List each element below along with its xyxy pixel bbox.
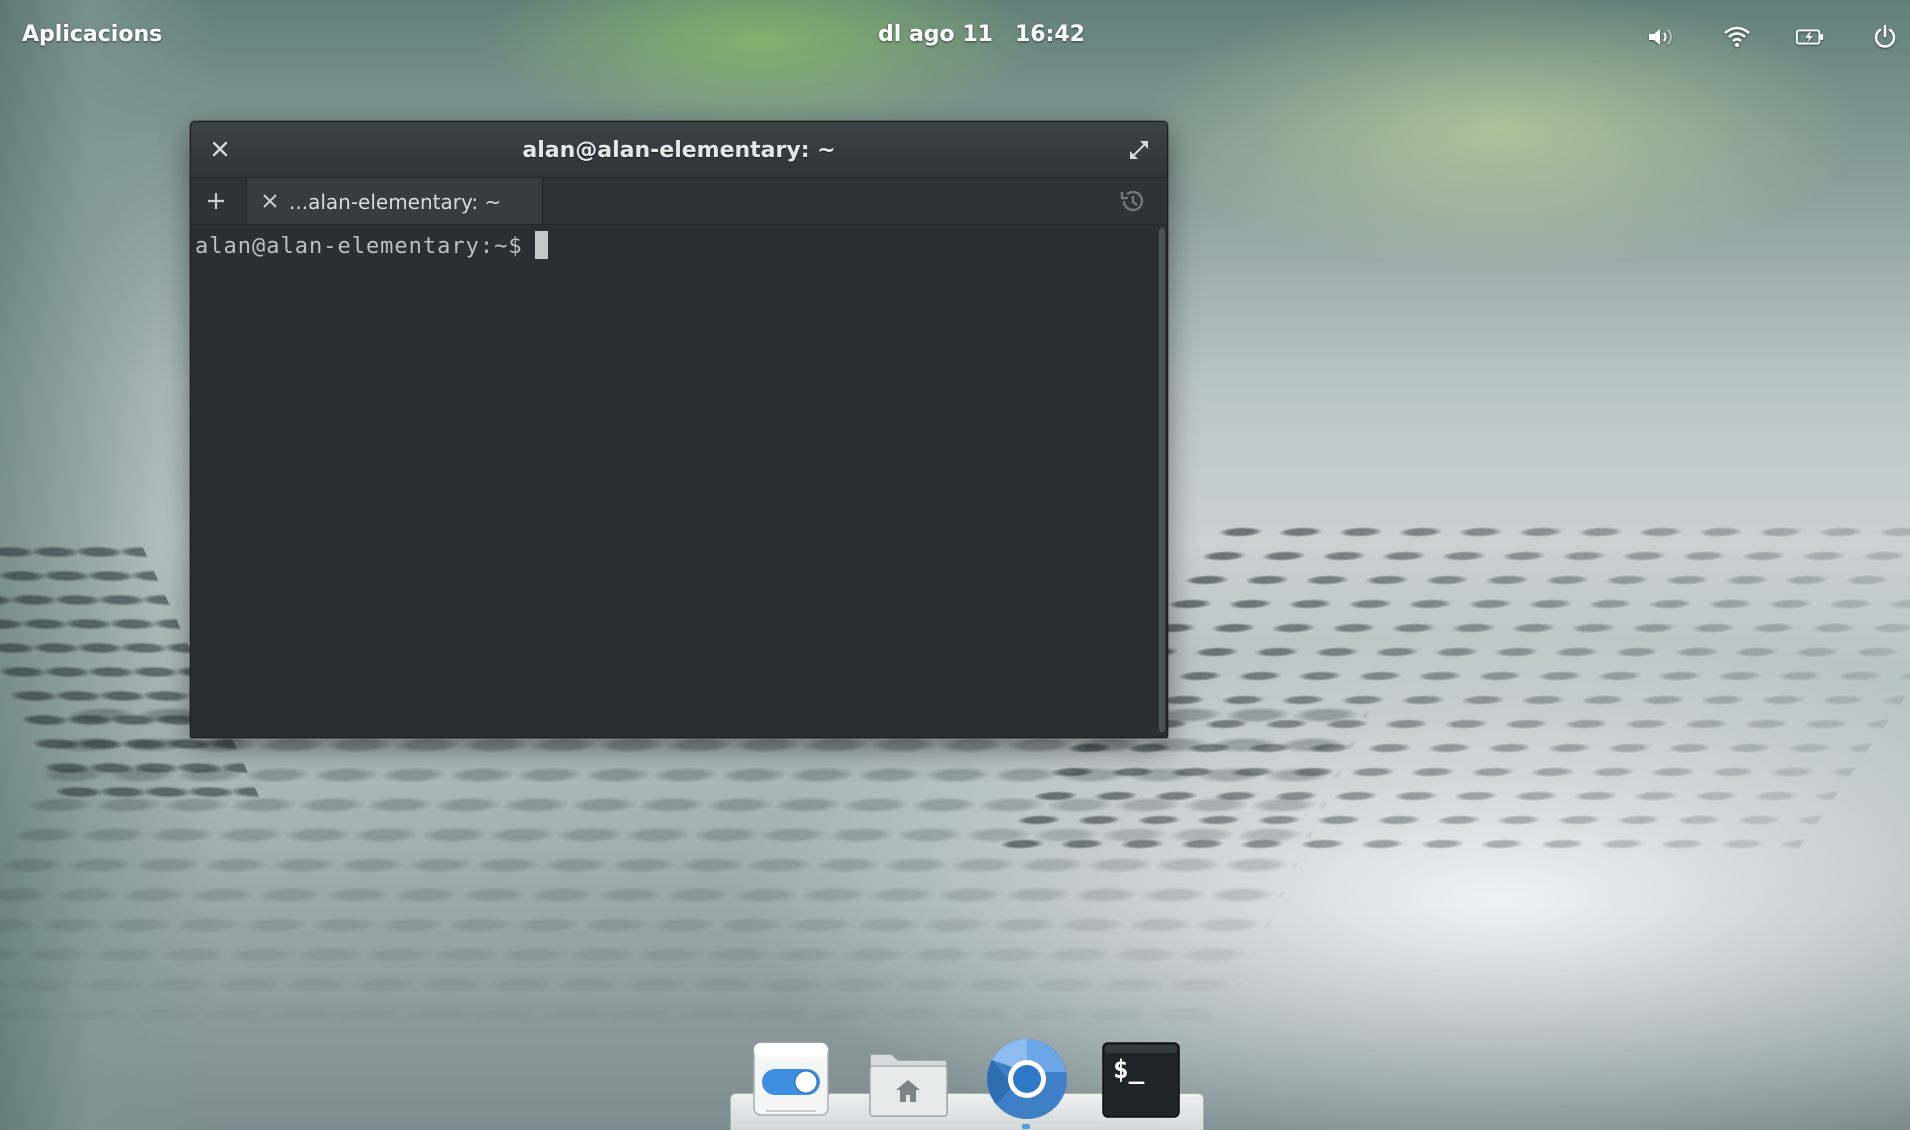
terminal-output-area[interactable]: alan@alan-elementary:~$ bbox=[191, 225, 1157, 737]
plus-icon bbox=[208, 193, 224, 209]
power-icon[interactable] bbox=[1870, 22, 1900, 52]
new-tab-button[interactable] bbox=[199, 184, 233, 218]
maximize-icon[interactable] bbox=[1125, 136, 1153, 164]
window-titlebar[interactable]: alan@alan-elementary: ~ bbox=[191, 122, 1167, 178]
date-label: dl ago 11 bbox=[878, 22, 993, 47]
files-home-icon[interactable] bbox=[866, 1040, 948, 1120]
time-label: 16:42 bbox=[1014, 22, 1085, 47]
terminal-icon-text: $_ bbox=[1113, 1055, 1145, 1085]
text-cursor bbox=[534, 231, 548, 259]
switchboard-settings-icon[interactable] bbox=[752, 1039, 832, 1119]
volume-icon[interactable] bbox=[1646, 22, 1676, 52]
tab-label: ...alan-elementary: ~ bbox=[289, 190, 502, 214]
scrollbar[interactable] bbox=[1159, 228, 1165, 732]
terminal-tab[interactable]: ...alan-elementary: ~ bbox=[246, 178, 543, 224]
running-indicator bbox=[1022, 1124, 1030, 1129]
chromium-icon[interactable] bbox=[984, 1036, 1067, 1129]
tab-close-icon[interactable] bbox=[259, 190, 281, 212]
shell-prompt: alan@alan-elementary:~$ bbox=[195, 234, 523, 259]
prompt-line: alan@alan-elementary:~$ bbox=[195, 231, 548, 259]
applications-menu-button[interactable]: Aplicacions bbox=[22, 22, 162, 47]
tab-bar: ...alan-elementary: ~ bbox=[191, 178, 1167, 225]
top-panel: Aplicacions dl ago 11 16:42 bbox=[0, 0, 1910, 70]
desktop: Aplicacions dl ago 11 16:42 alan@alan-el… bbox=[0, 0, 1910, 1130]
battery-icon[interactable] bbox=[1795, 22, 1825, 52]
terminal-window: alan@alan-elementary: ~ ...alan-elementa… bbox=[190, 121, 1168, 738]
clock-indicator[interactable]: dl ago 11 16:42 bbox=[878, 22, 1107, 47]
wifi-icon[interactable] bbox=[1722, 22, 1752, 52]
history-icon[interactable] bbox=[1117, 186, 1147, 216]
window-title: alan@alan-elementary: ~ bbox=[522, 138, 836, 163]
terminal-icon[interactable]: $_ bbox=[1101, 1040, 1181, 1120]
